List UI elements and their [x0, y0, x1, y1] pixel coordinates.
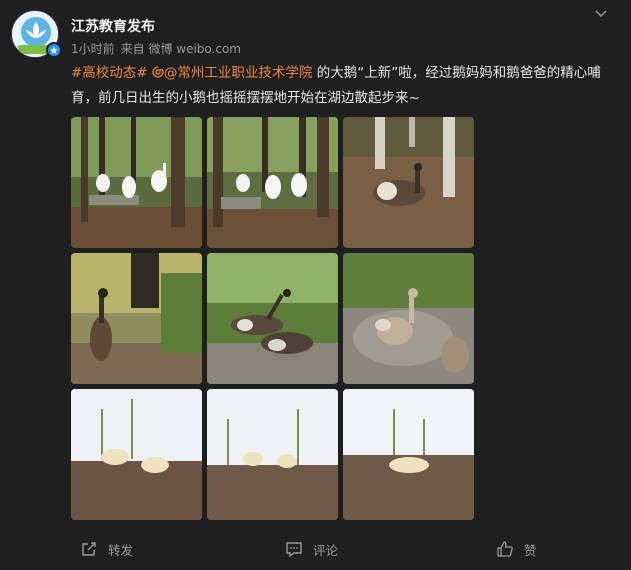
comment-icon — [286, 542, 302, 558]
photo-5[interactable] — [207, 253, 338, 384]
post-text: #高校动态# @常州工业职业技术学院 的大鹅“上新”啦，经过鹅妈妈和鹅爸爸的精心… — [71, 61, 611, 111]
photo-4[interactable] — [71, 253, 202, 384]
post-time[interactable]: 1小时前 — [71, 42, 115, 56]
comment-label: 评论 — [313, 542, 339, 558]
repost-label: 转发 — [108, 542, 134, 558]
chevron-down-icon[interactable] — [593, 8, 609, 20]
post-source: 来自 微博 weibo.com — [120, 42, 241, 56]
photo-3[interactable] — [343, 117, 474, 248]
thumbs-up-icon — [497, 541, 513, 557]
like-label: 赞 — [524, 542, 537, 558]
photo-2[interactable] — [207, 117, 338, 248]
mention-link[interactable]: @常州工业职业技术学院 — [152, 65, 312, 81]
weibo-post-card: 江苏教育发布 1小时前 来自 微博 weibo.com #高校动态# @常州工业职… — [0, 0, 631, 570]
post-body: 的大鹅“上新”啦，经过鹅妈妈和鹅爸爸的精心哺育，前几日出生的小鹅也摇摇摆摆地开始… — [71, 65, 601, 106]
share-icon — [82, 542, 96, 556]
photo-6[interactable] — [343, 253, 474, 384]
photo-7[interactable] — [71, 389, 202, 520]
photo-8[interactable] — [207, 389, 338, 520]
topic-link[interactable]: #高校动态# — [71, 65, 148, 81]
photo-9[interactable] — [343, 389, 474, 520]
photo-grid — [71, 117, 475, 521]
author-name[interactable]: 江苏教育发布 — [71, 16, 155, 36]
verified-badge-icon — [46, 42, 62, 58]
post-meta: 1小时前 来自 微博 weibo.com — [71, 40, 247, 57]
comment-button[interactable]: 评论 — [285, 538, 338, 560]
repost-button[interactable]: 转发 — [80, 538, 133, 560]
link-icon — [152, 66, 164, 78]
like-button[interactable]: 赞 — [496, 538, 537, 560]
post-actions: 转发 评论 赞 — [0, 538, 631, 562]
photo-1[interactable] — [71, 117, 202, 248]
